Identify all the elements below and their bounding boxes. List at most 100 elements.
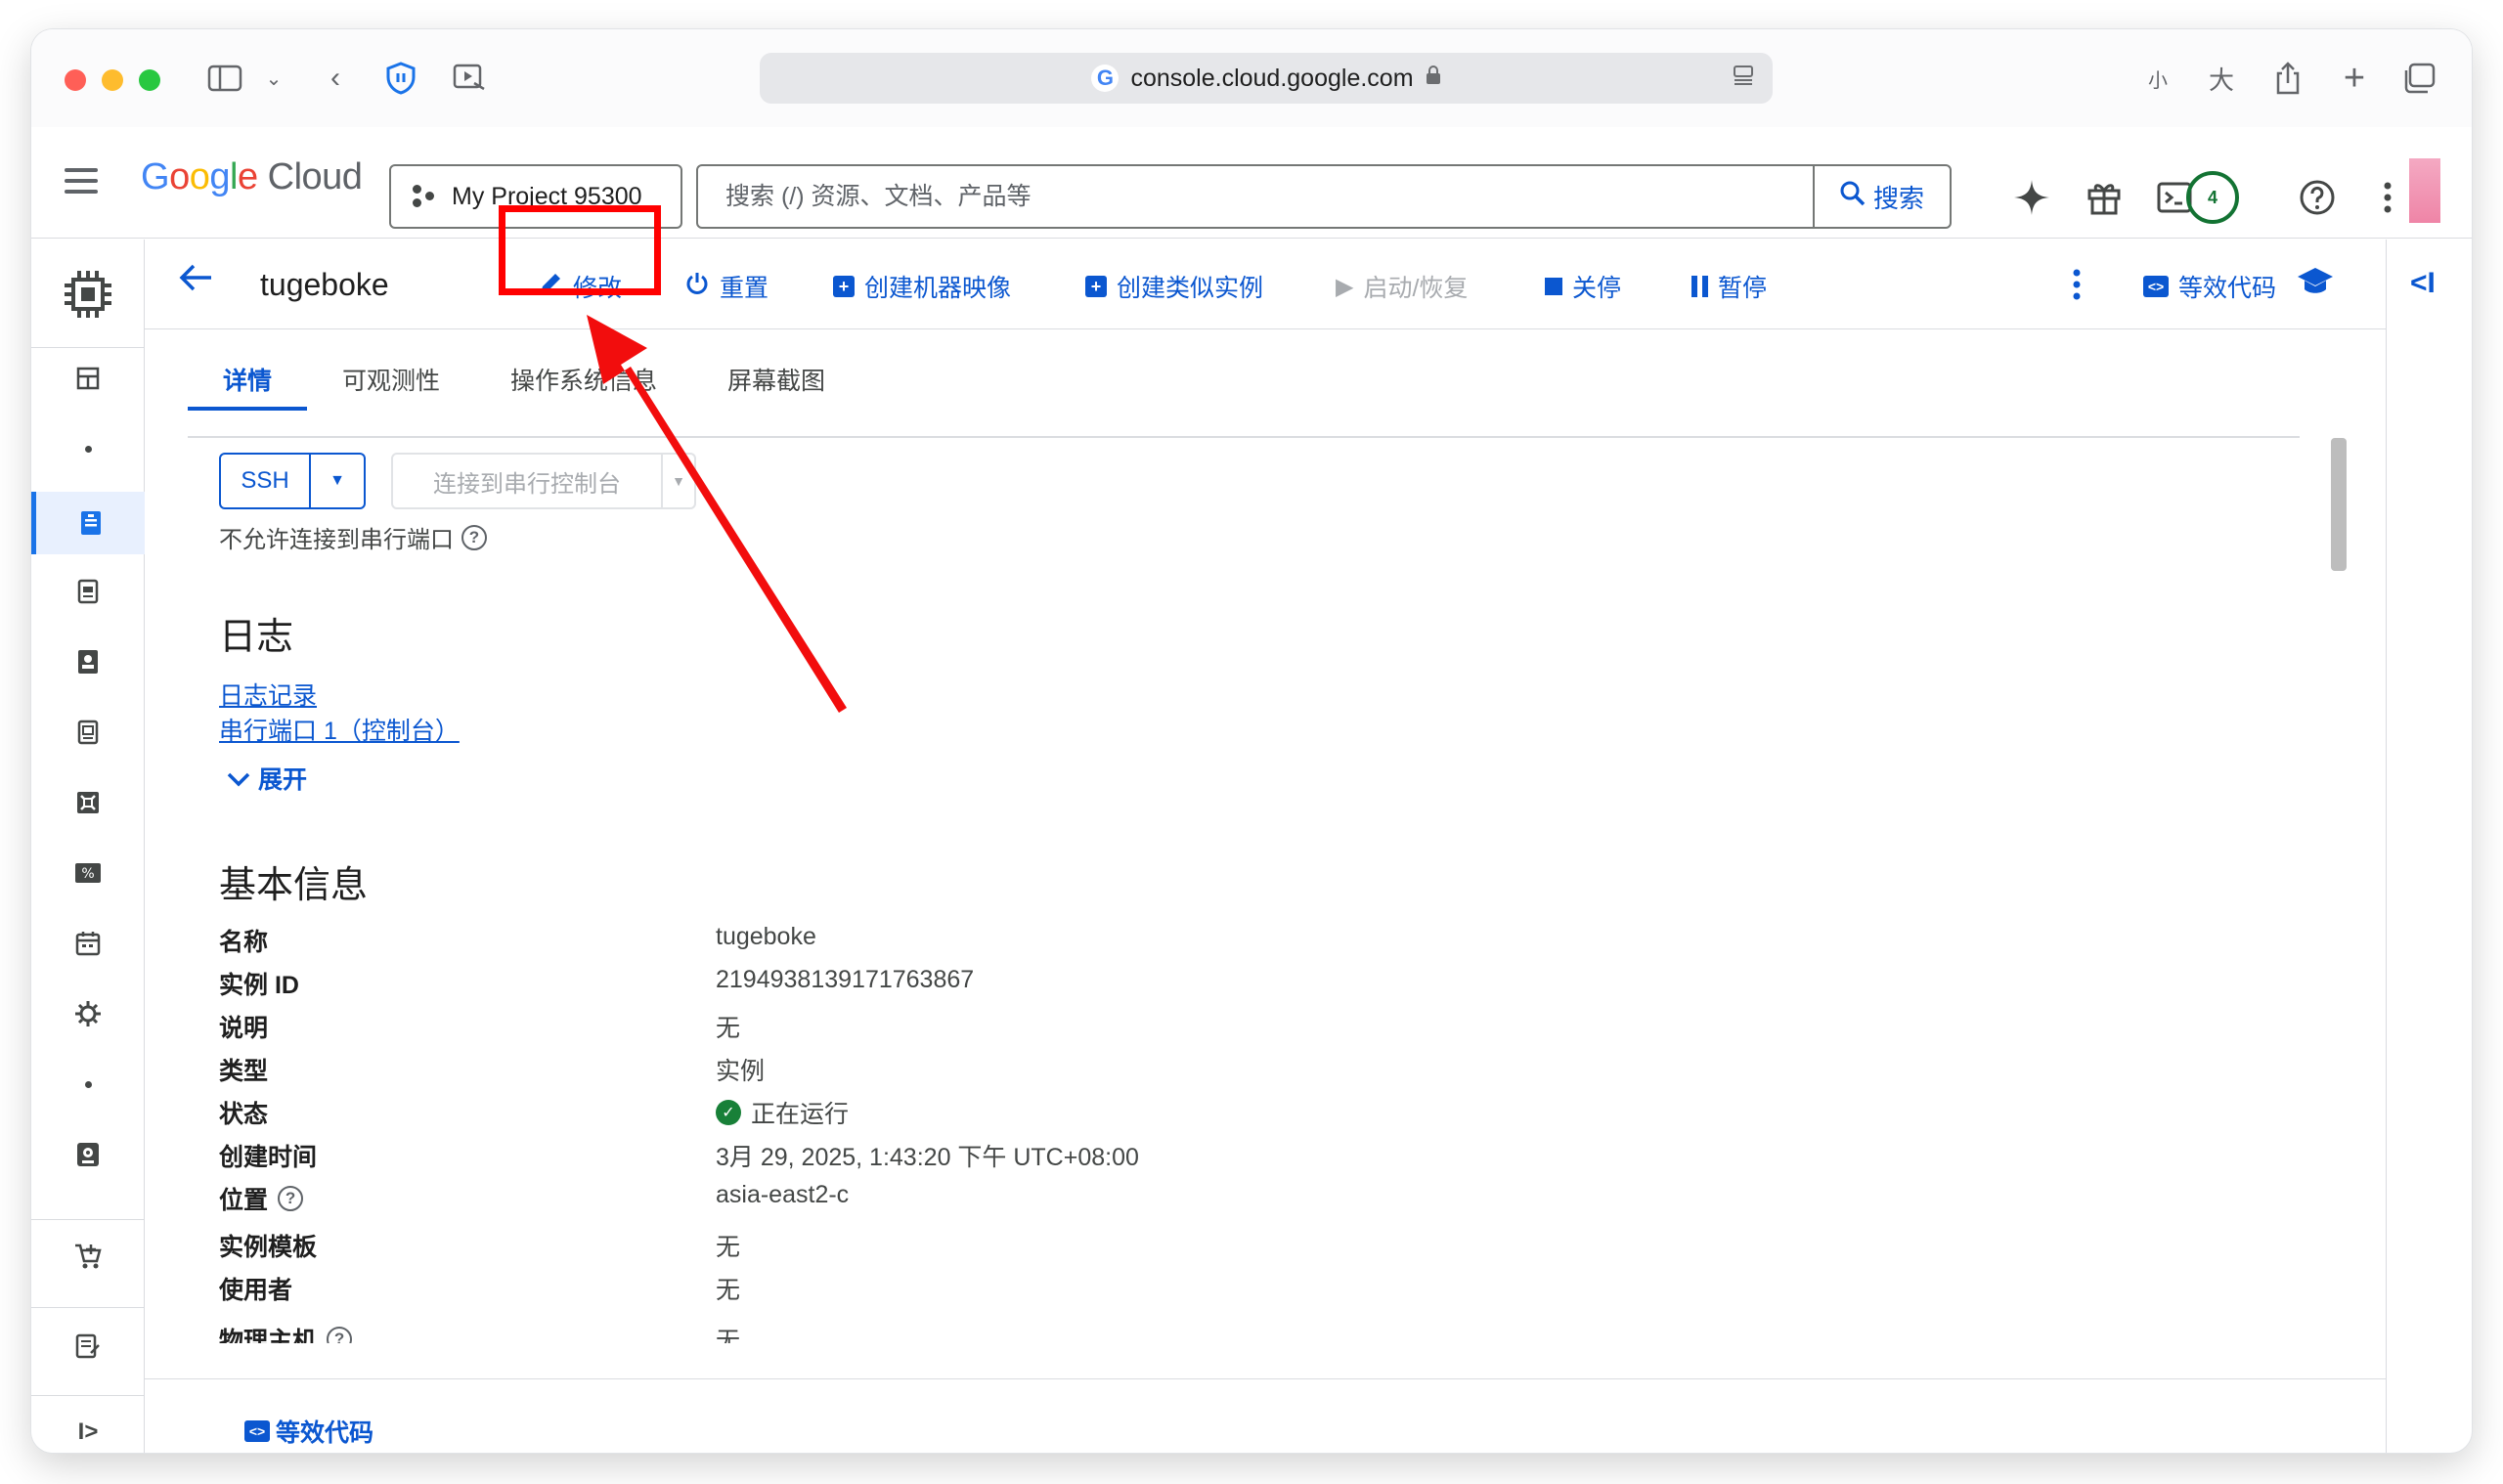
create-similar-label: 创建类似实例 [1117, 275, 1264, 302]
pause-icon [1691, 276, 1708, 297]
back-icon[interactable]: ‹ [321, 59, 350, 98]
new-tab-icon[interactable]: + [2335, 58, 2374, 99]
more-options-icon[interactable] [2366, 176, 2409, 219]
chevron-down-icon[interactable]: ⌄ [262, 59, 285, 98]
search-input[interactable] [698, 166, 1813, 227]
vertical-scrollbar[interactable] [2331, 438, 2347, 571]
rail-divider-4 [31, 1395, 145, 1396]
rail-divider [31, 347, 145, 348]
expand-button[interactable]: 展开 [227, 761, 307, 796]
status-value: ✓ 正在运行 [716, 1095, 849, 1130]
create-machine-image-button[interactable]: + 创建机器映像 [833, 269, 1011, 304]
info-row-created: 创建时间 3月 29, 2025, 1:43:20 下午 UTC+08:00 [219, 1138, 1392, 1177]
code-icon: <> [244, 1420, 270, 1442]
info-value: asia-east2-c [716, 1181, 850, 1208]
serial-dropdown-caret-icon[interactable]: ▼ [663, 453, 696, 509]
sole-tenant-nodes-icon[interactable] [31, 634, 145, 689]
add-box-icon-2: + [1085, 276, 1107, 297]
release-notes-icon[interactable] [31, 1319, 145, 1374]
console-header: Google Cloud My Project 95300 搜索 4 [31, 127, 2472, 239]
footer-equivalent-code-button[interactable]: <> 等效代码 [244, 1414, 373, 1449]
suspend-button[interactable]: 暂停 [1691, 269, 1767, 304]
back-arrow-icon[interactable] [178, 261, 213, 303]
tab-overview-icon[interactable] [2397, 59, 2440, 98]
suspend-label: 暂停 [1718, 275, 1768, 302]
marketplace-cart-icon[interactable] [31, 1229, 145, 1284]
more-actions-icon[interactable] [2073, 269, 2081, 309]
reset-button[interactable]: 重置 [684, 269, 768, 304]
info-row-name: 名称 tugeboke [219, 923, 1392, 962]
search-button[interactable]: 搜索 [1813, 166, 1950, 227]
reservations-icon[interactable] [31, 916, 145, 971]
check-circle-icon: ✓ [716, 1100, 741, 1125]
serial-console-button[interactable]: 连接到串行控制台 [391, 453, 663, 509]
info-row-status: 状态 ✓ 正在运行 [219, 1095, 1392, 1134]
zoom-window-button[interactable] [139, 69, 160, 91]
main-menu-icon[interactable] [65, 168, 98, 194]
info-row-id: 实例 ID 2194938139171763867 [219, 966, 1392, 1005]
help-circle-icon[interactable]: ? [278, 1186, 304, 1211]
tab-observability[interactable]: 可观测性 [307, 352, 475, 407]
gift-icon[interactable] [2083, 176, 2126, 219]
search-button-label: 搜索 [1872, 183, 1924, 213]
google-cloud-logo[interactable]: Google Cloud [141, 156, 363, 198]
info-value: 3月 29, 2025, 1:43:20 下午 UTC+08:00 [716, 1144, 1139, 1171]
reader-icon[interactable] [1732, 65, 1755, 92]
vm-instances-icon[interactable] [31, 492, 145, 554]
create-similar-button[interactable]: + 创建类似实例 [1085, 269, 1263, 304]
close-window-button[interactable] [65, 69, 86, 91]
share-icon[interactable] [2268, 59, 2307, 98]
machine-images-icon[interactable] [31, 705, 145, 760]
start-resume-button[interactable]: ▶ 启动/恢复 [1336, 269, 1468, 304]
address-bar[interactable]: G console.cloud.google.com [760, 53, 1773, 104]
product-nav-rail: % I> [31, 240, 145, 1453]
expand-label: 展开 [258, 766, 308, 794]
serial-port-link[interactable]: 串行端口 1（控制台） [219, 712, 460, 747]
help-icon[interactable] [2296, 176, 2339, 219]
info-label-text: 物理主机 [219, 1328, 318, 1343]
committed-use-discounts-icon[interactable]: % [31, 846, 145, 900]
location-label: 位置 ? [219, 1181, 304, 1216]
stop-button[interactable]: 关停 [1545, 269, 1621, 304]
equivalent-code-button[interactable]: <> 等效代码 [2143, 269, 2276, 304]
compute-engine-chip-icon[interactable] [31, 257, 145, 331]
ssh-dropdown-caret-icon[interactable]: ▼ [311, 453, 366, 509]
logging-link[interactable]: 日志记录 [219, 677, 317, 712]
notifications-badge[interactable]: 4 [2186, 171, 2239, 224]
logo-word: Google [141, 156, 258, 197]
minimize-window-button[interactable] [102, 69, 123, 91]
help-circle-icon[interactable]: ? [461, 524, 487, 550]
info-value: 无 [716, 1015, 741, 1042]
info-label: 名称 [219, 929, 269, 956]
info-value: 实例 [716, 1058, 766, 1085]
settings-gear-icon[interactable] [31, 986, 145, 1041]
expand-rail-icon[interactable]: I> [31, 1405, 145, 1453]
ssh-button[interactable]: SSH [219, 453, 311, 509]
instance-templates-icon[interactable] [31, 564, 145, 619]
dashboard-icon[interactable] [31, 351, 145, 406]
sidebar-toggle-icon[interactable] [203, 59, 246, 98]
text-smaller-button[interactable]: 小 [2143, 59, 2173, 98]
info-label: 创建时间 [219, 1144, 318, 1171]
equivalent-code-label: 等效代码 [2178, 275, 2277, 302]
instance-details-content: 详情 可观测性 操作系统信息 屏幕截图 SSH ▼ 连接到串行控制台 ▼ 不允许… [145, 330, 2386, 1453]
help-circle-icon[interactable]: ? [327, 1327, 353, 1343]
screen-record-icon[interactable] [450, 59, 489, 98]
tab-screenshot[interactable]: 屏幕截图 [692, 352, 860, 407]
learn-graduation-cap-icon[interactable] [2296, 265, 2335, 306]
gemini-sparkle-icon[interactable] [2010, 176, 2053, 219]
collapse-panel-icon[interactable]: <I [2410, 267, 2436, 300]
storage-disk-icon[interactable] [31, 1127, 145, 1182]
tpus-icon[interactable] [31, 775, 145, 830]
detail-tabs: 详情 可观测性 操作系统信息 屏幕截图 [188, 352, 860, 411]
text-larger-button[interactable]: 大 [2204, 59, 2239, 98]
tab-details[interactable]: 详情 [188, 352, 308, 411]
rail-section-dot-2 [31, 1057, 145, 1112]
shield-icon[interactable] [381, 59, 420, 98]
tab-os-info[interactable]: 操作系统信息 [475, 352, 692, 407]
account-avatar[interactable] [2409, 158, 2440, 223]
code-icon: <> [2143, 276, 2169, 297]
rail-divider-3 [31, 1307, 145, 1308]
stop-icon [1545, 278, 1562, 295]
info-label: 说明 [219, 1015, 269, 1042]
